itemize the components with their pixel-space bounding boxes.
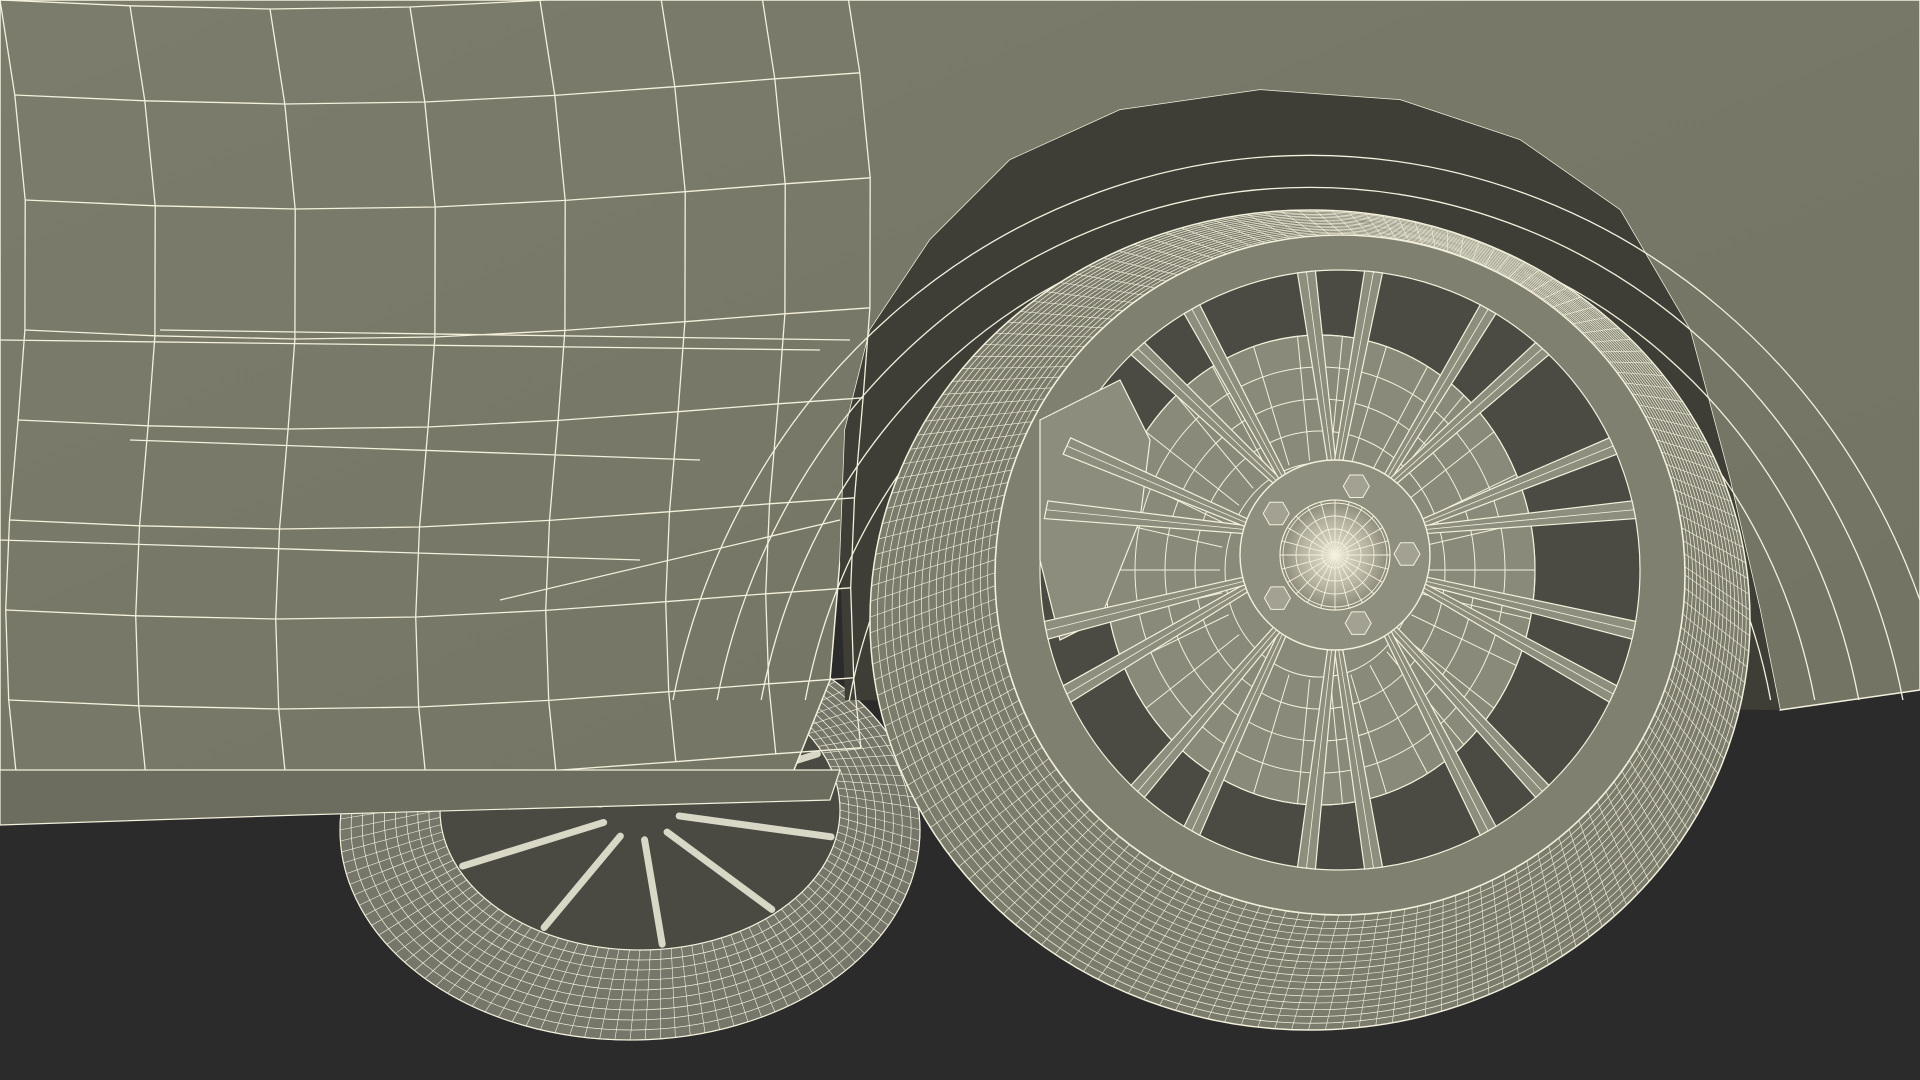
wireframe-render — [0, 0, 1920, 1080]
hub-cap-mesh — [1280, 500, 1390, 610]
3d-viewport[interactable] — [0, 0, 1920, 1080]
front-wheel — [869, 209, 1751, 1031]
